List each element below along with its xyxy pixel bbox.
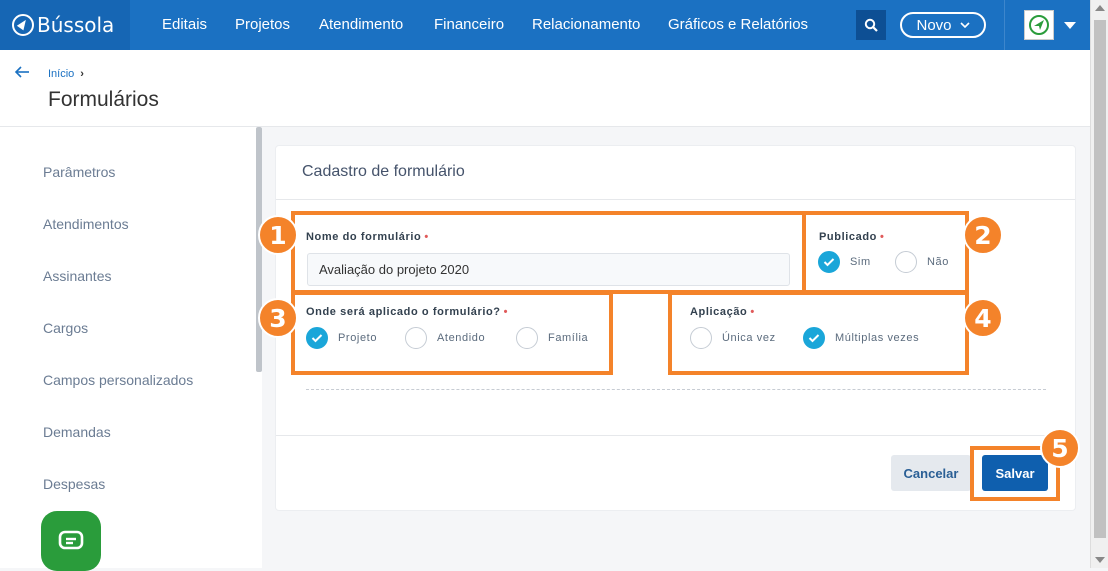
user-menu-caret-icon[interactable] bbox=[1064, 22, 1076, 29]
annotation-badge-5: 5 bbox=[1040, 428, 1080, 468]
page-header: Início › Formulários bbox=[0, 50, 1090, 127]
sidebar: Parâmetros Atendimentos Assinantes Cargo… bbox=[0, 127, 262, 568]
new-dropdown-button[interactable]: Novo bbox=[900, 12, 986, 38]
scroll-up-icon[interactable] bbox=[1095, 5, 1105, 11]
brand-name: Bússola bbox=[37, 13, 115, 37]
scroll-down-icon[interactable] bbox=[1095, 557, 1105, 563]
compass-avatar-icon bbox=[1029, 15, 1049, 35]
sidebar-item-atendimentos[interactable]: Atendimentos bbox=[43, 216, 129, 232]
nav-item-graficos-relatorios[interactable]: Gráficos e Relatórios bbox=[668, 0, 808, 50]
annotation-badge-3: 3 bbox=[258, 298, 298, 338]
sidebar-item-parametros[interactable]: Parâmetros bbox=[43, 164, 115, 180]
nav-item-financeiro[interactable]: Financeiro bbox=[434, 0, 504, 50]
nav-item-atendimento[interactable]: Atendimento bbox=[319, 0, 403, 50]
back-arrow-icon[interactable] bbox=[14, 65, 30, 79]
highlight-box-1 bbox=[291, 211, 806, 294]
highlight-box-2 bbox=[802, 211, 969, 294]
chat-button[interactable] bbox=[41, 511, 101, 571]
sidebar-item-cargos[interactable]: Cargos bbox=[43, 320, 88, 336]
highlight-box-4 bbox=[668, 291, 969, 375]
breadcrumb: Início › bbox=[48, 68, 84, 80]
section-dashed-divider bbox=[306, 389, 1046, 390]
annotation-badge-2: 2 bbox=[963, 215, 1003, 255]
nav-item-relacionamento[interactable]: Relacionamento bbox=[532, 0, 640, 50]
navbar-divider bbox=[1004, 0, 1005, 50]
breadcrumb-separator-icon: › bbox=[80, 68, 84, 80]
annotation-badge-1: 1 bbox=[258, 215, 298, 255]
chat-icon bbox=[58, 530, 84, 550]
cancel-button[interactable]: Cancelar bbox=[891, 455, 971, 491]
scroll-thumb[interactable] bbox=[1094, 20, 1106, 538]
card-divider bbox=[276, 199, 1075, 200]
nav-item-editais[interactable]: Editais bbox=[162, 0, 207, 50]
page-title: Formulários bbox=[48, 88, 159, 111]
sidebar-item-demandas[interactable]: Demandas bbox=[43, 424, 111, 440]
nav-item-projetos[interactable]: Projetos bbox=[235, 0, 290, 50]
user-avatar[interactable] bbox=[1024, 10, 1054, 40]
sidebar-scroll-thumb[interactable] bbox=[256, 127, 262, 372]
breadcrumb-home-link[interactable]: Início bbox=[48, 68, 74, 80]
page-scrollbar[interactable] bbox=[1090, 0, 1108, 568]
highlight-box-3 bbox=[291, 291, 613, 375]
card-title: Cadastro de formulário bbox=[302, 163, 465, 180]
sidebar-item-campos-personalizados[interactable]: Campos personalizados bbox=[43, 372, 193, 388]
sidebar-item-despesas[interactable]: Despesas bbox=[43, 476, 105, 492]
compass-icon bbox=[12, 14, 34, 36]
annotation-badge-4: 4 bbox=[963, 298, 1003, 338]
search-icon bbox=[864, 18, 878, 32]
chevron-down-icon bbox=[959, 22, 970, 28]
new-button-label: Novo bbox=[916, 16, 952, 34]
top-navbar: Bússola Editais Projetos Atendimento Fin… bbox=[0, 0, 1090, 50]
brand-logo-area[interactable]: Bússola bbox=[0, 0, 130, 50]
sidebar-item-assinantes[interactable]: Assinantes bbox=[43, 268, 111, 284]
search-button[interactable] bbox=[856, 10, 886, 40]
card-footer-divider bbox=[276, 435, 1075, 436]
